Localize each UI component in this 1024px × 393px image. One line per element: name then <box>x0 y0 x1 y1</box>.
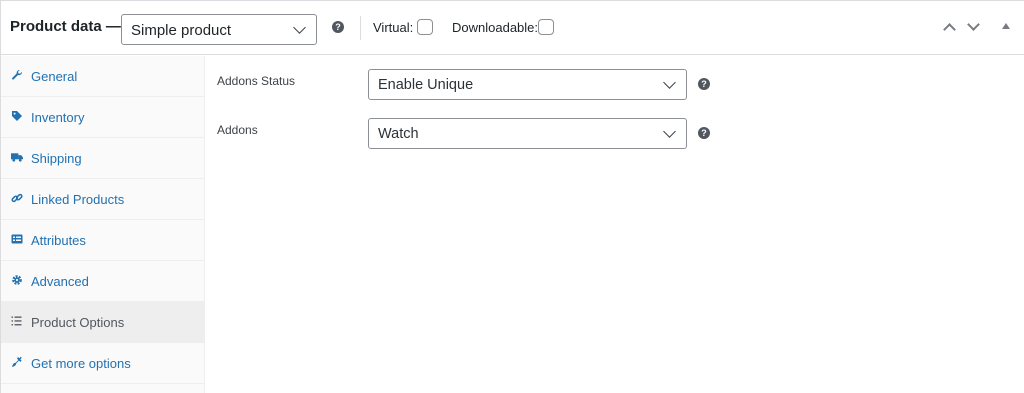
addons-select[interactable]: Watch <box>368 118 687 149</box>
tab-advanced[interactable]: Advanced <box>1 261 204 302</box>
product-type-select[interactable]: Simple product <box>121 14 317 45</box>
tab-label: Shipping <box>31 151 82 166</box>
tab-linked-products[interactable]: Linked Products <box>1 179 204 220</box>
tab-label: Product Options <box>31 315 125 330</box>
tab-label: General <box>31 69 78 84</box>
tab-get-more-options[interactable]: Get more options <box>1 343 204 384</box>
product-data-panel: Product data — Simple product ? Virtual:… <box>0 0 1024 393</box>
tab-general[interactable]: General <box>1 56 204 97</box>
plug-icon <box>11 356 23 368</box>
addons-status-label: Addons Status <box>217 74 296 88</box>
truck-icon <box>11 151 23 163</box>
help-icon[interactable]: ? <box>698 78 710 90</box>
tab-label: Inventory <box>31 110 85 125</box>
tab-label: Attributes <box>31 233 86 248</box>
downloadable-label: Downloadable: <box>452 20 539 35</box>
tab-label: Advanced <box>31 274 89 289</box>
tab-label: Get more options <box>31 356 131 371</box>
chevron-down-icon <box>663 125 676 138</box>
chevron-down-icon <box>663 76 676 89</box>
help-icon[interactable]: ? <box>698 127 710 139</box>
virtual-label: Virtual: <box>373 20 414 35</box>
tab-product-options[interactable]: Product Options <box>1 302 204 343</box>
tag-icon <box>11 110 23 122</box>
list-card-icon <box>11 233 23 245</box>
addons-value: Watch <box>378 126 419 142</box>
product-data-tabs: General Inventory Shipping Linked Produc… <box>1 56 205 393</box>
collapse-toggle-icon[interactable] <box>1002 23 1010 29</box>
tab-label: Linked Products <box>31 192 125 207</box>
product-data-title: Product data — <box>10 18 121 35</box>
list-icon <box>11 315 23 327</box>
addons-status-select[interactable]: Enable Unique <box>368 69 687 100</box>
product-data-header: Product data — Simple product ? Virtual:… <box>1 1 1024 55</box>
tab-shipping[interactable]: Shipping <box>1 138 204 179</box>
addons-label: Addons <box>217 123 258 137</box>
tab-attributes[interactable]: Attributes <box>1 220 204 261</box>
divider <box>360 16 361 40</box>
help-icon[interactable]: ? <box>332 21 344 33</box>
downloadable-checkbox[interactable] <box>538 19 554 35</box>
wrench-icon <box>11 69 23 81</box>
tab-inventory[interactable]: Inventory <box>1 97 204 138</box>
virtual-checkbox[interactable] <box>417 19 433 35</box>
move-down-icon[interactable] <box>967 18 980 31</box>
addons-status-value: Enable Unique <box>378 77 474 93</box>
move-up-icon[interactable] <box>943 23 956 36</box>
gear-icon <box>11 274 23 286</box>
chevron-down-icon <box>293 21 306 34</box>
link-icon <box>11 192 23 204</box>
product-type-value: Simple product <box>131 22 232 39</box>
